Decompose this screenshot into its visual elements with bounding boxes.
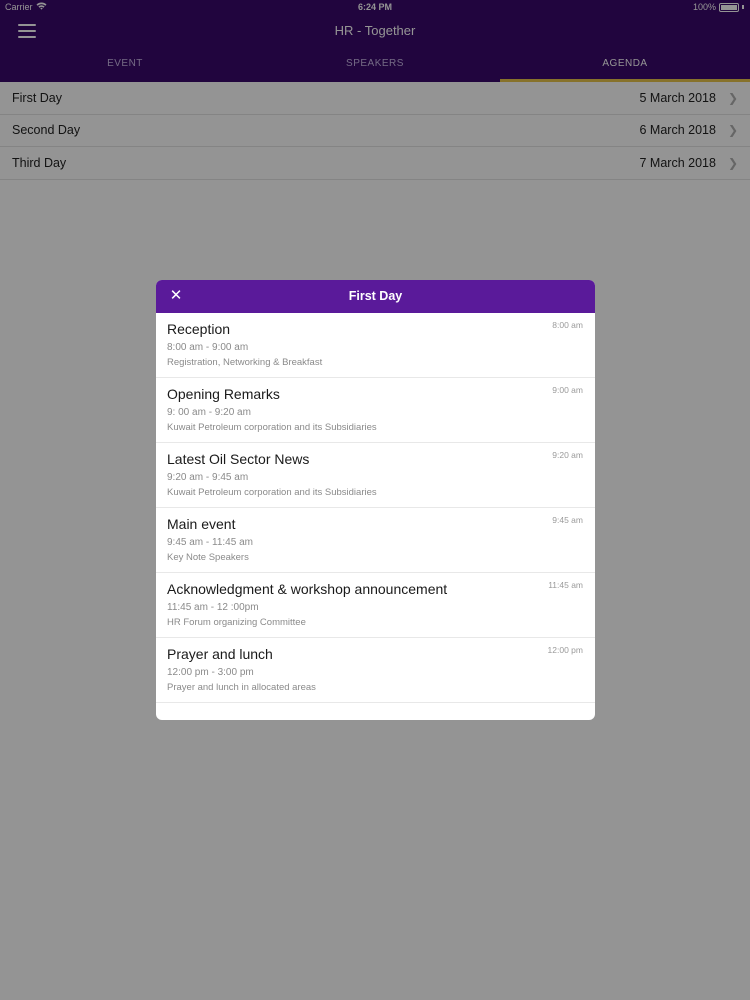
agenda-item[interactable]: Main event 9:45 am - 11:45 am Key Note S…	[156, 508, 595, 573]
agenda-item-title: Prayer and lunch	[167, 646, 273, 662]
agenda-item-description: Kuwait Petroleum corporation and its Sub…	[167, 487, 377, 498]
agenda-item-title: Main event	[167, 516, 236, 532]
agenda-modal: ✕ First Day Reception 8:00 am - 9:00 am …	[156, 280, 595, 720]
agenda-item-description: Prayer and lunch in allocated areas	[167, 682, 316, 693]
agenda-item-title: Reception	[167, 321, 231, 337]
agenda-item[interactable]: Prayer and lunch 12:00 pm - 3:00 pm Pray…	[156, 638, 595, 703]
agenda-item-time-range: 9: 00 am - 9:20 am	[167, 407, 251, 418]
agenda-item-time-range: 12:00 pm - 3:00 pm	[167, 667, 254, 678]
agenda-item[interactable]: Reception 8:00 am - 9:00 am Registration…	[156, 313, 595, 378]
agenda-item-title: Acknowledgment & workshop announcement	[167, 581, 448, 597]
agenda-item-time-range: 11:45 am - 12 :00pm	[167, 602, 259, 613]
agenda-item-time-range: 9:45 am - 11:45 am	[167, 537, 253, 548]
agenda-item-start-time: 12:00 pm	[547, 645, 583, 655]
modal-header: ✕ First Day	[156, 280, 595, 313]
agenda-list: Reception 8:00 am - 9:00 am Registration…	[156, 313, 595, 703]
agenda-item-title: Latest Oil Sector News	[167, 451, 310, 467]
agenda-item-time-range: 9:20 am - 9:45 am	[167, 472, 249, 483]
agenda-item-start-time: 9:20 am	[552, 450, 583, 460]
agenda-item-description: Registration, Networking & Breakfast	[167, 357, 323, 368]
modal-title: First Day	[348, 289, 403, 303]
agenda-item-description: Kuwait Petroleum corporation and its Sub…	[167, 422, 377, 433]
agenda-item-start-time: 9:45 am	[552, 515, 583, 525]
agenda-item-time-range: 8:00 am - 9:00 am	[167, 342, 249, 353]
agenda-item-title: Opening Remarks	[167, 386, 280, 402]
agenda-item[interactable]: Acknowledgment & workshop announcement 1…	[156, 573, 595, 638]
agenda-item[interactable]: Opening Remarks 9: 00 am - 9:20 am Kuwai…	[156, 378, 595, 443]
agenda-item[interactable]: Latest Oil Sector News 9:20 am - 9:45 am…	[156, 443, 595, 508]
agenda-item-start-time: 11:45 am	[548, 580, 583, 590]
agenda-item-description: HR Forum organizing Committee	[167, 617, 306, 628]
agenda-item-start-time: 9:00 am	[552, 385, 583, 395]
agenda-item-description: Key Note Speakers	[167, 552, 249, 563]
agenda-item-start-time: 8:00 am	[552, 320, 583, 330]
